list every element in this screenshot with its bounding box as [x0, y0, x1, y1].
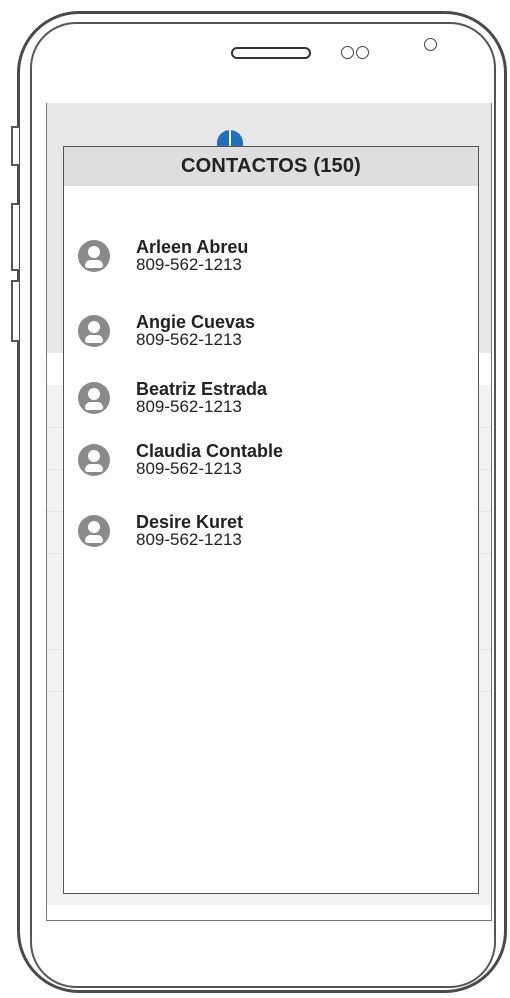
- contact-name: Arleen Abreu: [136, 237, 249, 257]
- side-button: [11, 126, 19, 166]
- contact-item[interactable]: Desire Kuret 809-562-1213: [78, 512, 244, 549]
- modal-header: CONTACTOS (150): [64, 147, 478, 186]
- contact-item[interactable]: Arleen Abreu 809-562-1213: [78, 237, 249, 274]
- contact-item[interactable]: Claudia Contable 809-562-1213: [78, 441, 284, 478]
- front-camera-icon: [424, 38, 437, 51]
- contact-item[interactable]: Angie Cuevas 809-562-1213: [78, 312, 256, 349]
- user-avatar-icon: [78, 515, 110, 547]
- contact-item[interactable]: Beatriz Estrada 809-562-1213: [78, 379, 268, 416]
- contact-phone: 809-562-1213: [136, 530, 242, 549]
- user-avatar-icon: [78, 382, 110, 414]
- user-avatar-icon: [78, 315, 110, 347]
- modal-title: CONTACTOS (150): [180, 155, 362, 177]
- contact-phone: 809-562-1213: [136, 459, 242, 478]
- contacts-modal: CONTACTOS (150) Arleen Abreu 809-562-121…: [63, 146, 479, 894]
- sensor-icon: [356, 46, 369, 59]
- contact-name: Claudia Contable: [136, 441, 284, 461]
- sensor-icon: [341, 46, 354, 59]
- volume-up-button: [11, 203, 19, 271]
- contact-phone: 809-562-1213: [136, 330, 242, 349]
- contact-name: Angie Cuevas: [136, 312, 256, 332]
- user-avatar-icon: [78, 240, 110, 272]
- speaker-grille: [231, 47, 311, 59]
- user-avatar-icon: [78, 444, 110, 476]
- contact-name: Beatriz Estrada: [136, 379, 268, 399]
- contact-name: Desire Kuret: [136, 512, 244, 532]
- contact-phone: 809-562-1213: [136, 397, 242, 416]
- umbrella-logo-icon: [217, 130, 243, 146]
- contact-phone: 809-562-1213: [136, 255, 242, 274]
- volume-down-button: [11, 280, 19, 342]
